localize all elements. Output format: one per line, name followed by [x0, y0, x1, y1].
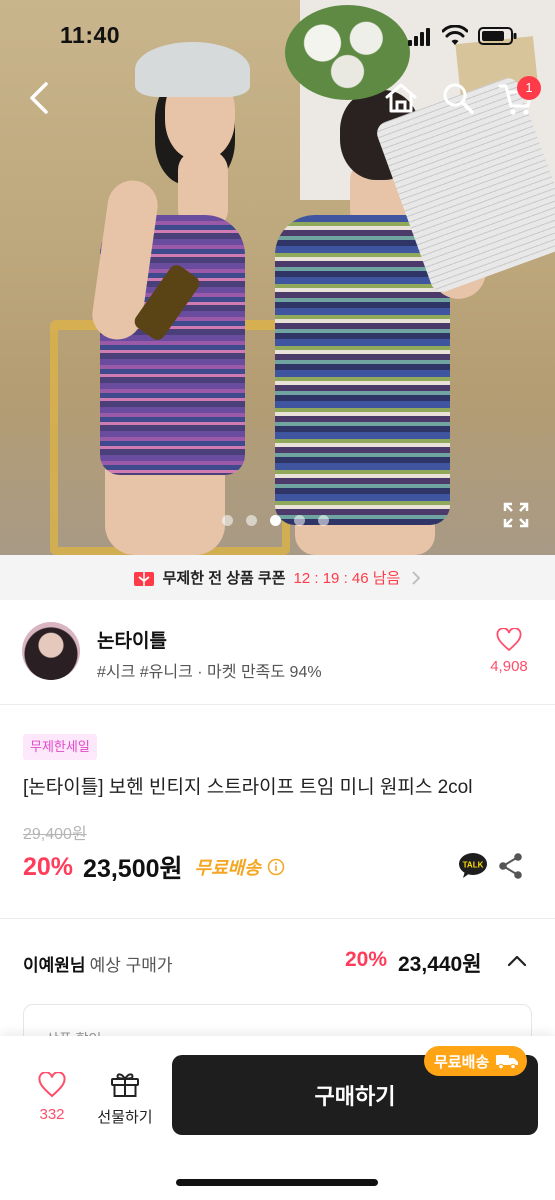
sale-badge: 무제한세일 [23, 734, 97, 760]
expected-discount: 20% [345, 948, 388, 971]
gift-label: 선물하기 [97, 1109, 153, 1126]
coupon-banner[interactable]: 무제한 전 상품 쿠폰 12 : 19 : 46 남음 [0, 555, 555, 600]
cart-count-badge: 1 [517, 76, 541, 100]
gift-button[interactable]: 선물하기 [93, 1070, 157, 1127]
info-icon[interactable] [267, 858, 285, 876]
carousel-dot[interactable] [222, 515, 233, 526]
sale-price: 23,500원 [83, 855, 183, 883]
signal-icon [408, 28, 430, 46]
coupon-gift-icon [133, 571, 154, 586]
wifi-icon [442, 25, 468, 45]
gift-icon [111, 1073, 139, 1097]
expand-icon[interactable] [502, 501, 530, 529]
status-bar: 11:40 [0, 0, 555, 74]
product-title: [논타이틀] 보헨 빈티지 스트라이프 트임 미니 원피스 2col [23, 777, 473, 798]
chevron-right-icon [412, 570, 421, 585]
back-icon[interactable] [22, 78, 60, 118]
carousel-dot[interactable] [318, 515, 329, 526]
expected-price-user: 이예원님 예상 구매가 [23, 951, 173, 976]
svg-text:TALK: TALK [463, 861, 484, 870]
search-icon[interactable] [440, 80, 476, 116]
carousel-dot-active[interactable] [270, 515, 281, 526]
shop-info[interactable]: 논타이틀 #시크 #유니크 · 마켓 만족도 94% 4,908 [0, 600, 555, 705]
expected-amount: 23,440원 [398, 953, 482, 976]
shop-tags: #시크 #유니크 · 마켓 만족도 94% [97, 664, 322, 681]
like-button[interactable]: 332 [27, 1071, 77, 1123]
section-divider [0, 918, 555, 919]
bottom-action-bar: 332 선물하기 구매하기 무료배송 [0, 1036, 555, 1200]
user-name: 이예원님 [23, 956, 86, 975]
free-shipping-tag: 무료배송 [424, 1046, 528, 1076]
truck-icon [496, 1055, 519, 1070]
expected-price-row[interactable]: 이예원님 예상 구매가 20% 23,440원 [0, 935, 555, 987]
shop-like-button[interactable]: 4,908 [485, 627, 533, 675]
free-shipping-label: 무료배송 [194, 858, 261, 878]
product-image-carousel[interactable]: 11:40 1 [0, 0, 555, 555]
original-price: 29,400원 [23, 826, 87, 843]
battery-icon [478, 27, 517, 45]
like-count: 332 [39, 1106, 65, 1123]
discount-rate: 20% [23, 852, 74, 881]
status-time: 11:40 [60, 22, 121, 48]
kakaotalk-icon[interactable]: TALK [458, 852, 488, 880]
shop-avatar[interactable] [22, 622, 80, 680]
carousel-dot[interactable] [294, 515, 305, 526]
free-shipping-tag-label: 무료배송 [434, 1053, 490, 1071]
shop-like-count: 4,908 [490, 658, 528, 675]
heart-icon [496, 627, 522, 652]
coupon-label: 무제한 전 상품 쿠폰 [162, 570, 286, 587]
home-icon[interactable] [382, 80, 420, 116]
carousel-indicator [222, 515, 329, 527]
share-icon[interactable] [498, 852, 524, 880]
coupon-countdown: 12 : 19 : 46 남음 [293, 570, 401, 587]
price-row: 20% 23,500원 무료배송 [23, 850, 285, 884]
expected-price-label: 예상 구매가 [89, 956, 173, 975]
heart-icon [38, 1071, 66, 1098]
chevron-up-icon[interactable] [506, 951, 528, 971]
carousel-dot[interactable] [246, 515, 257, 526]
home-indicator [176, 1179, 378, 1186]
shop-name[interactable]: 논타이틀 [97, 626, 167, 653]
